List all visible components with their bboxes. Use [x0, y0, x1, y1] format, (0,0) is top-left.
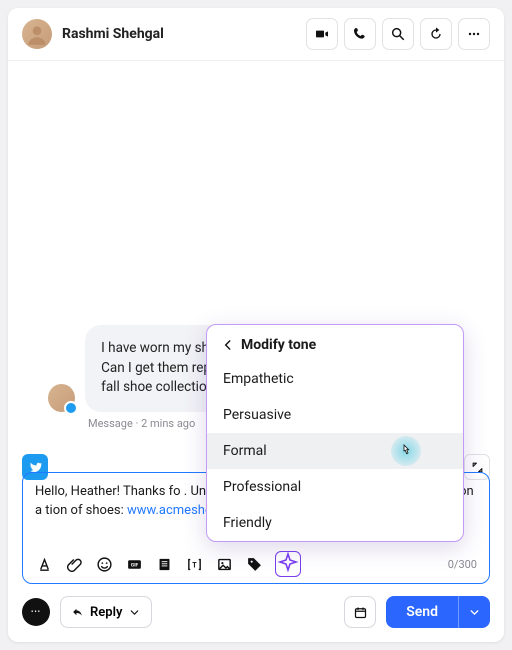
popover-header[interactable]: Modify tone: [207, 325, 463, 361]
image-button[interactable]: [215, 555, 233, 573]
paperclip-icon: [66, 556, 83, 573]
phone-icon: [352, 26, 368, 42]
chevron-down-icon: [128, 606, 141, 619]
snippet-button[interactable]: T: [185, 555, 203, 573]
emoji-icon: [96, 556, 113, 573]
gif-icon: GIF: [126, 556, 143, 573]
reply-type-button[interactable]: Reply: [60, 596, 152, 628]
verified-badge-icon: [64, 401, 78, 415]
send-group: Send: [386, 596, 490, 628]
text-format-button[interactable]: [35, 555, 53, 573]
chevron-down-icon: [468, 606, 481, 619]
sender-avatar[interactable]: [48, 384, 75, 412]
more-button[interactable]: [458, 18, 490, 50]
tone-option-empathetic[interactable]: Empathetic: [207, 361, 463, 397]
tone-option-professional[interactable]: Professional: [207, 469, 463, 505]
image-icon: [216, 556, 233, 573]
send-more-button[interactable]: [458, 596, 490, 628]
cursor-indicator: [391, 436, 421, 466]
tone-option-persuasive[interactable]: Persuasive: [207, 397, 463, 433]
tone-option-friendly[interactable]: Friendly: [207, 505, 463, 541]
tag-button[interactable]: [245, 555, 263, 573]
header: Rashmi Shehgal: [8, 8, 504, 61]
calendar-icon: [353, 605, 368, 620]
contact-name: Rashmi Shehgal: [62, 26, 164, 42]
article-icon: [156, 556, 173, 573]
modify-tone-popover: Modify tone Empathetic Persuasive Formal…: [206, 324, 464, 542]
sparkle-icon: [276, 552, 300, 576]
composer-toolbar: GIF T 0/300: [35, 551, 477, 577]
schedule-button[interactable]: [344, 596, 376, 628]
char-counter: 0/300: [448, 558, 477, 571]
call-button[interactable]: [344, 18, 376, 50]
header-actions: [306, 18, 490, 50]
search-icon: [390, 26, 406, 42]
search-button[interactable]: [382, 18, 414, 50]
gif-button[interactable]: GIF: [125, 555, 143, 573]
send-button[interactable]: Send: [386, 596, 458, 628]
from-avatar[interactable]: •••: [22, 598, 50, 626]
dots-icon: [466, 26, 482, 42]
refresh-icon: [428, 26, 444, 42]
bracket-text-icon: T: [186, 556, 203, 573]
attach-button[interactable]: [65, 555, 83, 573]
person-icon: [24, 21, 50, 47]
svg-text:T: T: [192, 560, 197, 569]
footer: ••• Reply Send: [8, 596, 504, 642]
ai-assist-button[interactable]: [275, 551, 301, 577]
reply-label: Reply: [90, 605, 122, 620]
app-card: Rashmi Shehgal I have worn my shoes out …: [8, 8, 504, 642]
refresh-button[interactable]: [420, 18, 452, 50]
chevron-left-icon: [221, 338, 235, 352]
tone-option-label: Formal: [223, 443, 267, 459]
tone-option-formal[interactable]: Formal: [207, 433, 463, 469]
message-meta: Message · 2 mins ago: [88, 417, 195, 430]
reply-icon: [71, 606, 84, 619]
contact-avatar[interactable]: [22, 19, 52, 49]
tag-icon: [246, 556, 263, 573]
svg-text:GIF: GIF: [130, 562, 138, 568]
pointer-icon: [398, 443, 414, 459]
video-call-button[interactable]: [306, 18, 338, 50]
video-icon: [314, 26, 330, 42]
article-button[interactable]: [155, 555, 173, 573]
text-format-icon: [36, 556, 53, 573]
emoji-button[interactable]: [95, 555, 113, 573]
popover-title: Modify tone: [241, 337, 316, 353]
